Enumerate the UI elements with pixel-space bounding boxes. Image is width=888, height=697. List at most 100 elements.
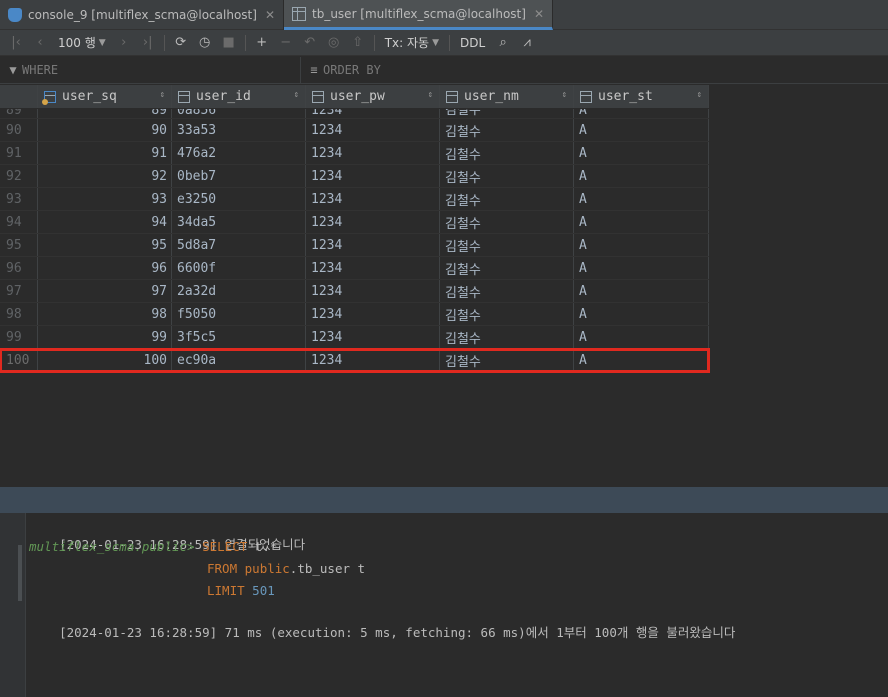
cell-user-nm[interactable]: 김철수 [440, 257, 574, 279]
chart-icon[interactable]: ⩘ [515, 32, 539, 54]
prev-page-icon[interactable]: ‹ [28, 32, 52, 54]
column-header-user-sq[interactable]: user_sq ⇕ [38, 85, 172, 108]
cell-user-id[interactable]: 33a53 [172, 119, 306, 141]
cell-user-sq[interactable]: 98 [38, 303, 172, 325]
cell-user-nm[interactable]: 김철수 [440, 280, 574, 302]
cell-user-id[interactable]: f5050 [172, 303, 306, 325]
cell-user-pw[interactable]: 1234 [306, 109, 440, 118]
cell-user-pw[interactable]: 1234 [306, 165, 440, 187]
cell-user-nm[interactable]: 김철수 [440, 303, 574, 325]
cell-user-pw[interactable]: 1234 [306, 280, 440, 302]
cell-user-id[interactable]: 0beb7 [172, 165, 306, 187]
tab-tb-user[interactable]: tb_user [multiflex_scma@localhost] ✕ [284, 0, 553, 30]
table-row[interactable]: 91 91 476a2 1234 김철수 A [0, 142, 709, 165]
cell-user-sq[interactable]: 89 [38, 109, 172, 118]
cell-user-st[interactable]: A [574, 303, 709, 325]
close-icon[interactable]: ✕ [265, 8, 275, 22]
cell-user-pw[interactable]: 1234 [306, 257, 440, 279]
cell-user-st[interactable]: A [574, 188, 709, 210]
cell-user-id[interactable]: e3250 [172, 188, 306, 210]
cell-user-st[interactable]: A [574, 234, 709, 256]
panel-splitter[interactable] [0, 487, 888, 513]
cell-user-nm[interactable]: 김철수 [440, 188, 574, 210]
next-page-icon[interactable]: › [112, 32, 136, 54]
cell-user-id[interactable]: 3f5c5 [172, 326, 306, 348]
refresh-icon[interactable]: ⟳ [169, 32, 193, 54]
cell-user-st[interactable]: A [574, 280, 709, 302]
cell-user-st[interactable]: A [574, 109, 709, 118]
cell-user-id[interactable]: 0a856 [172, 109, 306, 118]
cell-user-id[interactable]: 2a32d [172, 280, 306, 302]
where-filter-input[interactable]: ▼ WHERE [0, 57, 300, 83]
highlighted-table-row[interactable]: 100 100 ec90a 1234 김철수 A [0, 348, 710, 373]
cell-user-sq[interactable]: 91 [38, 142, 172, 164]
table-row[interactable]: 98 98 f5050 1234 김철수 A [0, 303, 709, 326]
cell-user-st[interactable]: A [574, 326, 709, 348]
ddl-button[interactable]: DDL [454, 36, 491, 50]
cell-user-nm[interactable]: 김철수 [440, 326, 574, 348]
stop-icon[interactable]: ■ [217, 32, 241, 54]
cell-user-st[interactable]: A [574, 165, 709, 187]
cell-user-sq[interactable]: 100 [38, 349, 172, 371]
cell-user-id[interactable]: 5d8a7 [172, 234, 306, 256]
table-row[interactable]: 99 99 3f5c5 1234 김철수 A [0, 326, 709, 349]
cell-user-st[interactable]: A [574, 119, 709, 141]
cell-user-sq[interactable]: 90 [38, 119, 172, 141]
sort-arrows-icon[interactable]: ⇕ [428, 90, 433, 100]
tab-console[interactable]: console_9 [multiflex_scma@localhost] ✕ [0, 0, 284, 30]
column-header-user-nm[interactable]: user_nm ⇕ [440, 85, 574, 108]
cell-user-st[interactable]: A [574, 257, 709, 279]
cell-user-nm[interactable]: 김철수 [440, 109, 574, 118]
tx-mode-dropdown[interactable]: Tx: 자동 ▼ [379, 34, 445, 51]
cell-user-sq[interactable]: 93 [38, 188, 172, 210]
cell-user-sq[interactable]: 94 [38, 211, 172, 233]
cell-user-st[interactable]: A [574, 142, 709, 164]
page-size-dropdown[interactable]: 100 행 ▼ [52, 34, 112, 51]
cell-user-sq[interactable]: 95 [38, 234, 172, 256]
delete-row-icon[interactable]: − [274, 32, 298, 54]
table-row[interactable]: 93 93 e3250 1234 김철수 A [0, 188, 709, 211]
cell-user-pw[interactable]: 1234 [306, 303, 440, 325]
table-row[interactable]: 96 96 6600f 1234 김철수 A [0, 257, 709, 280]
column-header-user-id[interactable]: user_id ⇕ [172, 85, 306, 108]
cell-user-sq[interactable]: 97 [38, 280, 172, 302]
table-row[interactable]: 92 92 0beb7 1234 김철수 A [0, 165, 709, 188]
cell-user-id[interactable]: 6600f [172, 257, 306, 279]
order-by-input[interactable]: ≡ ORDER BY [300, 57, 888, 83]
cell-user-sq[interactable]: 99 [38, 326, 172, 348]
table-row[interactable]: 94 94 34da5 1234 김철수 A [0, 211, 709, 234]
cell-user-pw[interactable]: 1234 [306, 119, 440, 141]
sort-arrows-icon[interactable]: ⇕ [294, 90, 299, 100]
cell-user-nm[interactable]: 김철수 [440, 165, 574, 187]
cell-user-st[interactable]: A [574, 211, 709, 233]
table-row[interactable]: 89 89 0a856 1234 김철수 A [0, 109, 709, 119]
history-icon[interactable]: ◷ [193, 32, 217, 54]
cell-user-nm[interactable]: 김철수 [440, 119, 574, 141]
cell-user-nm[interactable]: 김철수 [440, 211, 574, 233]
cell-user-id[interactable]: 476a2 [172, 142, 306, 164]
cell-user-pw[interactable]: 1234 [306, 188, 440, 210]
cell-user-id[interactable]: ec90a [172, 349, 306, 371]
last-page-icon[interactable]: ›| [136, 32, 160, 54]
cell-user-nm[interactable]: 김철수 [440, 349, 574, 371]
cell-user-nm[interactable]: 김철수 [440, 234, 574, 256]
table-row[interactable]: 95 95 5d8a7 1234 김철수 A [0, 234, 709, 257]
first-page-icon[interactable]: |‹ [4, 32, 28, 54]
column-header-user-st[interactable]: user_st ⇕ [574, 85, 709, 108]
column-header-user-pw[interactable]: user_pw ⇕ [306, 85, 440, 108]
cell-user-pw[interactable]: 1234 [306, 142, 440, 164]
preview-pending-icon[interactable]: ◎ [322, 32, 346, 54]
cell-user-sq[interactable]: 92 [38, 165, 172, 187]
add-row-icon[interactable]: + [250, 32, 274, 54]
cell-user-pw[interactable]: 1234 [306, 211, 440, 233]
cell-user-st[interactable]: A [574, 349, 709, 371]
close-icon[interactable]: ✕ [534, 7, 544, 21]
sort-arrows-icon[interactable]: ⇕ [697, 90, 702, 100]
cell-user-id[interactable]: 34da5 [172, 211, 306, 233]
submit-icon[interactable]: ⇧ [346, 32, 370, 54]
cell-user-sq[interactable]: 96 [38, 257, 172, 279]
table-row[interactable]: 90 90 33a53 1234 김철수 A [0, 119, 709, 142]
table-row[interactable]: 97 97 2a32d 1234 김철수 A [0, 280, 709, 303]
cell-user-pw[interactable]: 1234 [306, 234, 440, 256]
revert-icon[interactable]: ↶ [298, 32, 322, 54]
